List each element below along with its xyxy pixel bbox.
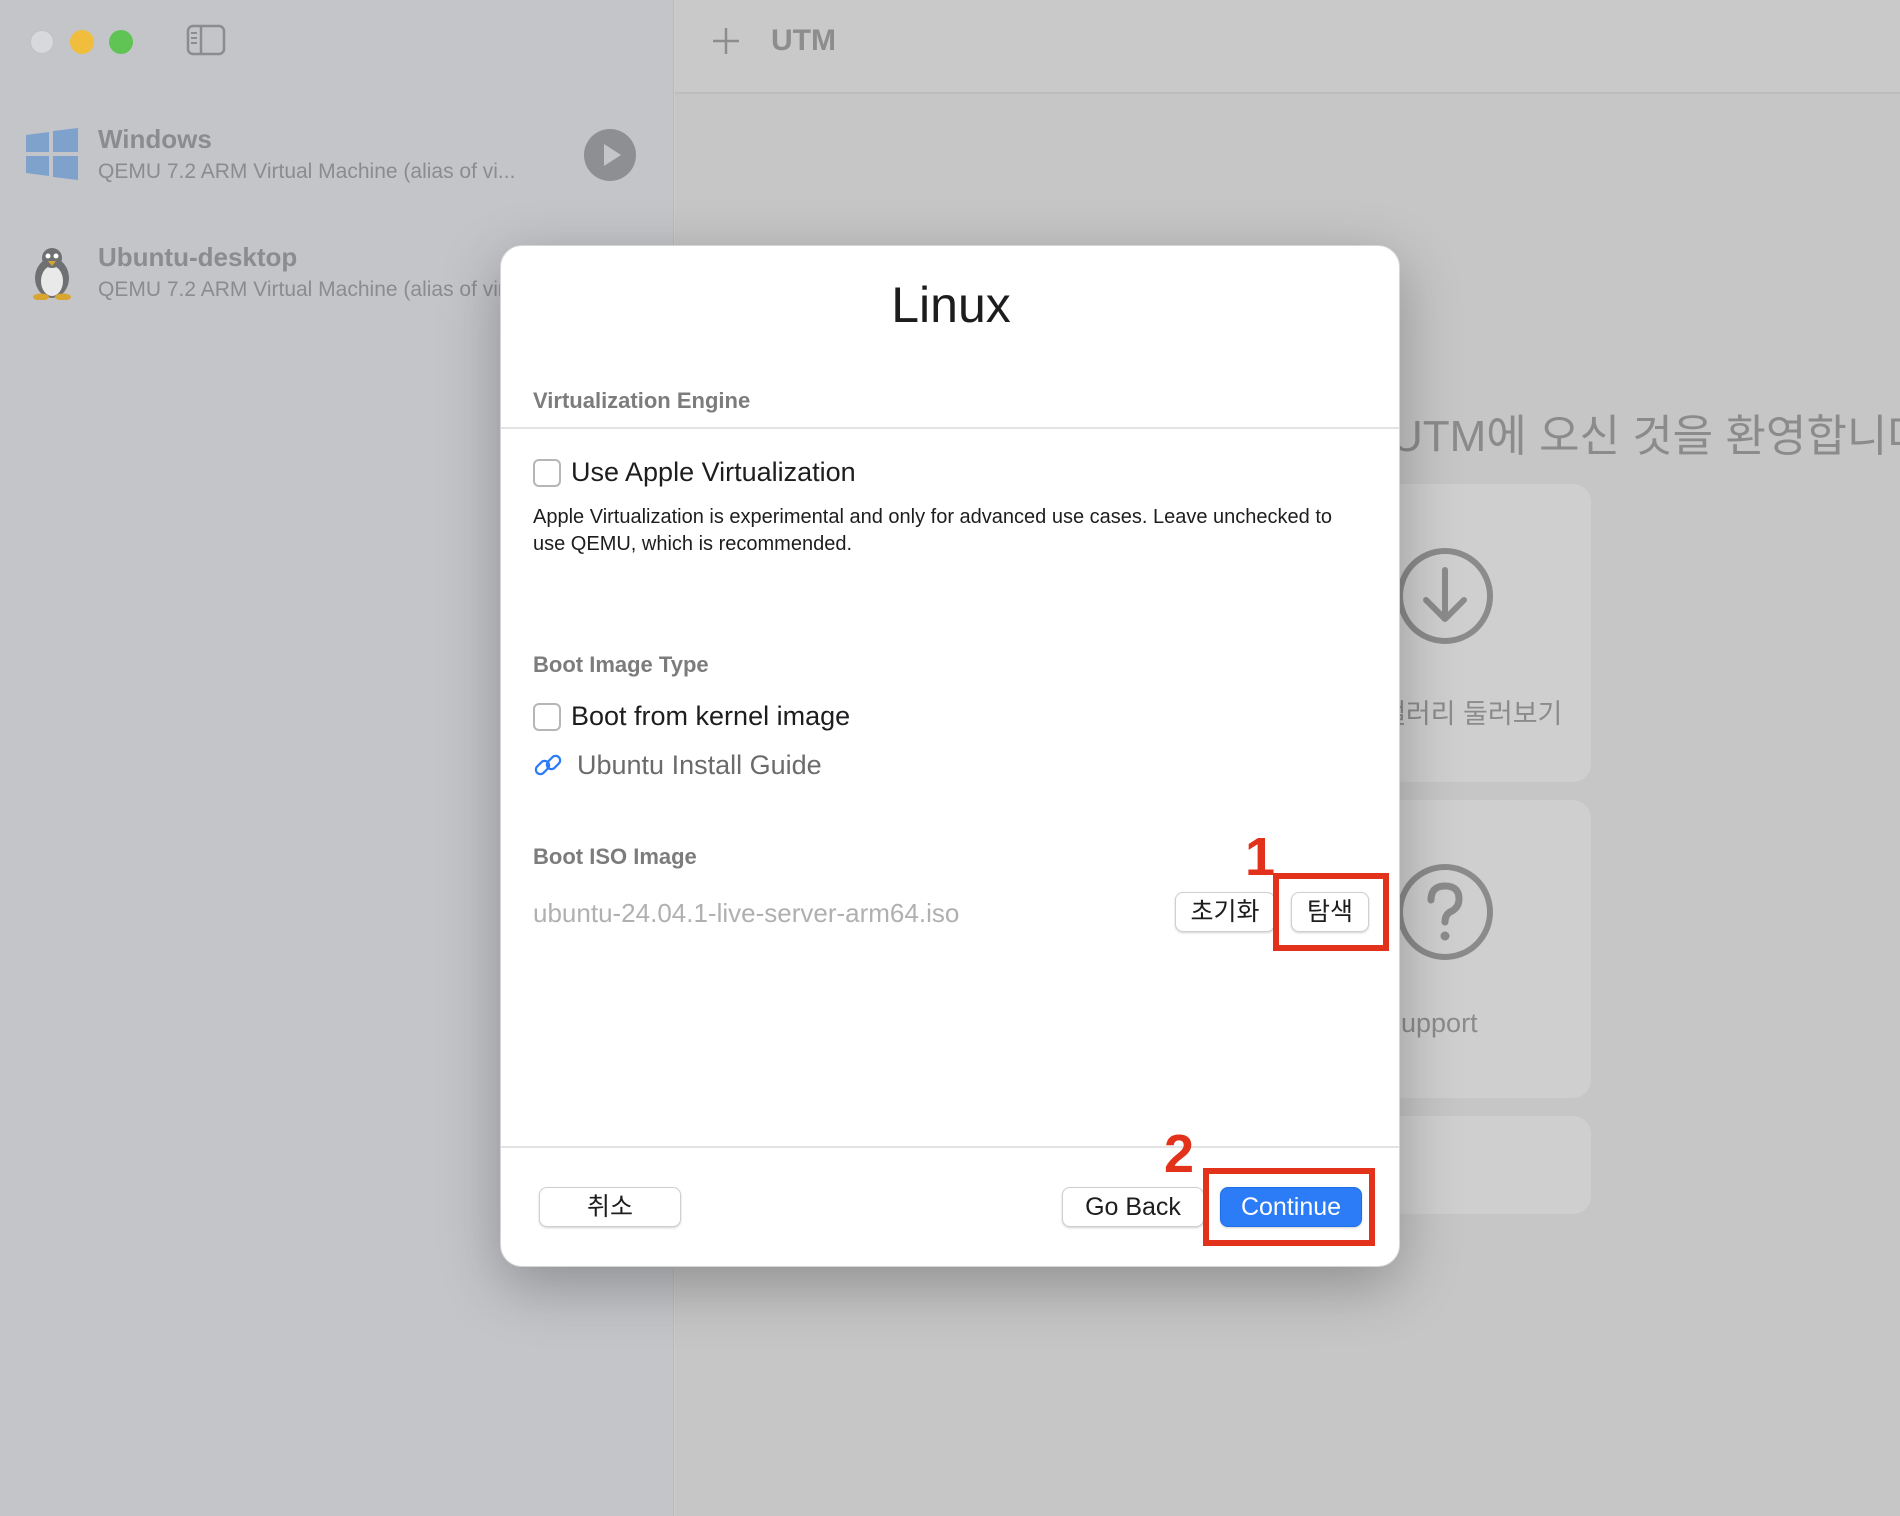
vm-description: QEMU 7.2 ARM Virtual Machine (alias of v… bbox=[98, 160, 516, 183]
boot-image-type-label: Boot Image Type bbox=[533, 652, 709, 677]
welcome-heading: UTM에 오신 것을 환영합니다 bbox=[1391, 412, 1900, 461]
linux-setup-dialog: Linux Virtualization Engine Use Apple Vi… bbox=[500, 245, 1400, 1267]
question-circle-icon bbox=[1395, 862, 1495, 962]
play-button[interactable] bbox=[584, 129, 636, 181]
dialog-title: Linux bbox=[891, 277, 1011, 333]
window-maximize-button[interactable] bbox=[109, 30, 133, 54]
checkbox-label: Boot from kernel image bbox=[571, 701, 851, 731]
annotation-step-2-number: 2 bbox=[1164, 1124, 1195, 1184]
sidebar-toggle-icon[interactable] bbox=[186, 24, 226, 56]
linux-penguin-icon bbox=[24, 244, 80, 301]
vm-name: Windows bbox=[98, 124, 212, 154]
window-minimize-button[interactable] bbox=[70, 30, 94, 54]
boot-iso-image-label: Boot ISO Image bbox=[533, 844, 697, 869]
iso-path-field: ubuntu-24.04.1-live-server-arm64.iso bbox=[533, 898, 960, 928]
cancel-button[interactable]: 취소 bbox=[539, 1187, 681, 1227]
go-back-button[interactable]: Go Back bbox=[1062, 1187, 1204, 1227]
add-vm-icon[interactable] bbox=[711, 26, 741, 56]
section-divider bbox=[501, 427, 1399, 429]
card-label: 갤러리 둘러보기 bbox=[1381, 699, 1563, 729]
play-icon bbox=[604, 144, 621, 166]
virtualization-helper-text: Apple Virtualization is experimental and… bbox=[533, 506, 1333, 555]
link-label: Ubuntu Install Guide bbox=[577, 750, 822, 780]
app-title: UTM bbox=[771, 24, 836, 57]
toolbar: UTM bbox=[675, 0, 1900, 94]
download-circle-icon bbox=[1395, 546, 1495, 646]
kernel-image-checkbox[interactable] bbox=[533, 703, 561, 731]
annotation-step-2-highlight bbox=[1203, 1168, 1375, 1246]
footer-divider bbox=[501, 1146, 1399, 1148]
vm-description: QEMU 7.2 ARM Virtual Machine (alias of v… bbox=[98, 278, 554, 301]
windows-logo-icon bbox=[24, 126, 80, 182]
annotation-step-1-number: 1 bbox=[1245, 827, 1276, 887]
link-icon bbox=[533, 750, 563, 780]
vm-item-windows[interactable]: Windows QEMU 7.2 ARM Virtual Machine (al… bbox=[0, 104, 674, 204]
apple-virtualization-checkbox[interactable] bbox=[533, 459, 561, 487]
virtualization-engine-label: Virtualization Engine bbox=[533, 388, 751, 413]
checkbox-label: Use Apple Virtualization bbox=[571, 457, 856, 487]
vm-name: Ubuntu-desktop bbox=[98, 242, 298, 272]
annotation-step-1-highlight bbox=[1273, 873, 1389, 951]
reset-button[interactable]: 초기화 bbox=[1175, 892, 1275, 932]
window-close-button[interactable] bbox=[30, 30, 54, 54]
